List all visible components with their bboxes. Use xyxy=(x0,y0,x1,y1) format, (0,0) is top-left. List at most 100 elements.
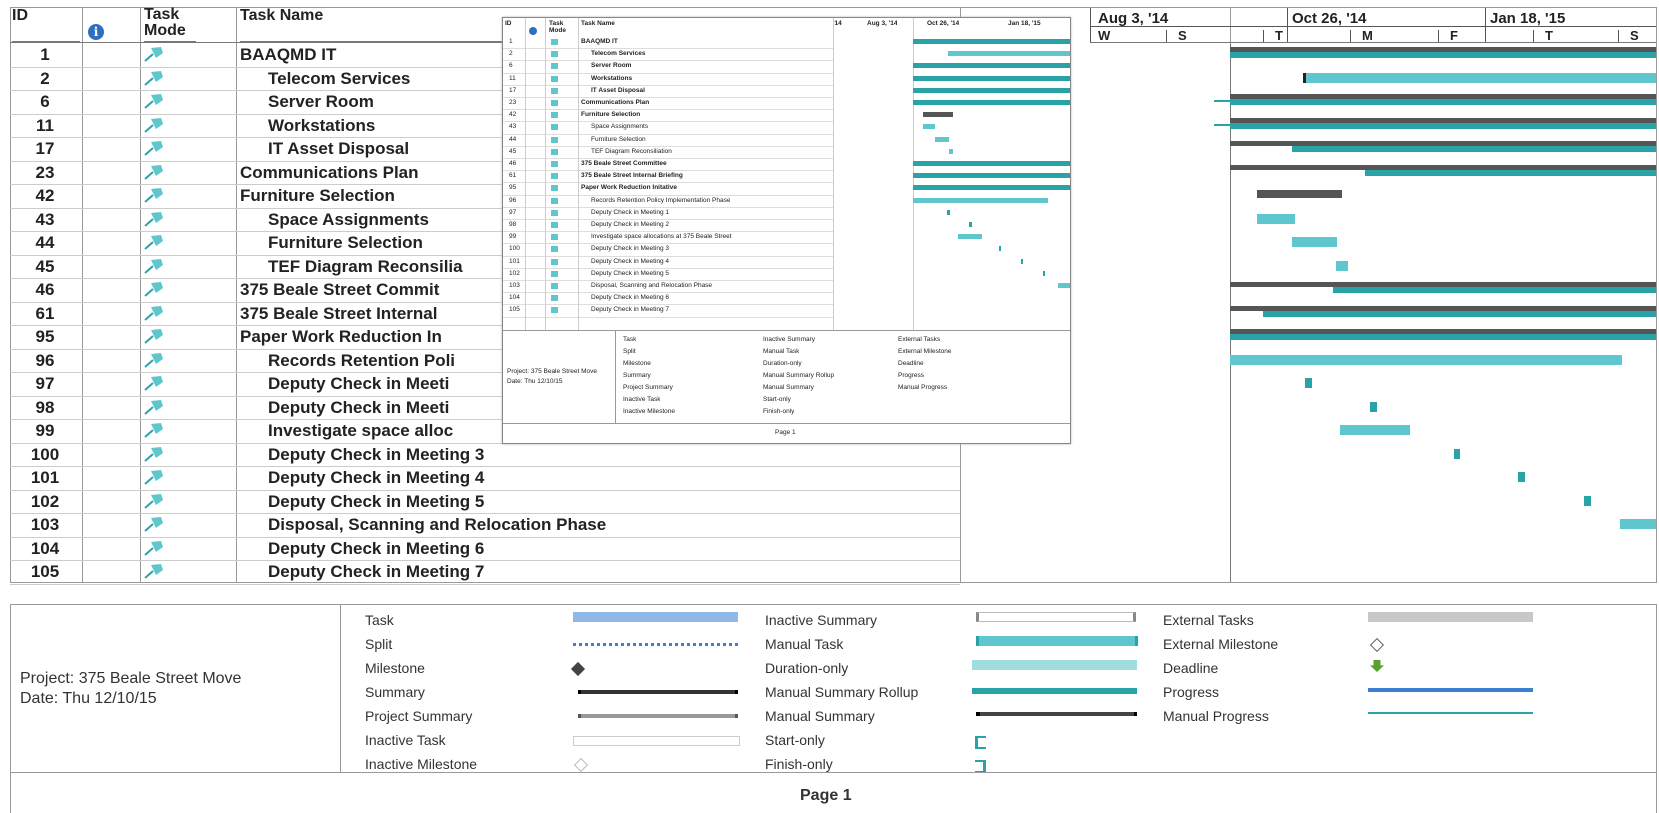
manual-schedule-pin-icon[interactable] xyxy=(143,374,165,392)
task-id[interactable]: 99 xyxy=(10,421,80,441)
task-id[interactable]: 23 xyxy=(10,163,80,183)
manual-summary-rollup-bar[interactable] xyxy=(1230,334,1656,340)
manual-schedule-pin-icon[interactable] xyxy=(143,257,165,275)
task-id[interactable]: 42 xyxy=(10,186,80,206)
task-name[interactable]: Furniture Selection xyxy=(240,233,500,253)
task-name[interactable]: Server Room xyxy=(240,92,500,112)
task-name[interactable]: Deputy Check in Meeting 3 xyxy=(240,445,928,465)
manual-schedule-pin-icon[interactable] xyxy=(143,163,165,181)
task-id[interactable]: 95 xyxy=(10,327,80,347)
task-name[interactable]: Paper Work Reduction In xyxy=(240,327,500,347)
manual-schedule-pin-icon[interactable] xyxy=(143,210,165,228)
task-name[interactable]: 375 Beale Street Internal xyxy=(240,304,500,324)
manual-schedule-pin-icon[interactable] xyxy=(143,468,165,486)
manual-task-bar[interactable] xyxy=(1305,378,1312,388)
manual-schedule-pin-icon[interactable] xyxy=(143,45,165,63)
task-name[interactable]: Space Assignments xyxy=(240,210,500,230)
manual-task-bar[interactable] xyxy=(1340,425,1410,435)
task-name[interactable]: 375 Beale Street Commit xyxy=(240,280,500,300)
manual-schedule-pin-icon[interactable] xyxy=(143,280,165,298)
header-task-mode[interactable]: Task Mode xyxy=(144,7,196,42)
task-name[interactable]: Telecom Services xyxy=(240,69,500,89)
inset-gantt-bar xyxy=(949,148,953,154)
task-id[interactable]: 45 xyxy=(10,257,80,277)
manual-schedule-pin-icon[interactable] xyxy=(143,304,165,322)
task-id[interactable]: 61 xyxy=(10,304,80,324)
manual-schedule-pin-icon[interactable] xyxy=(143,69,165,87)
manual-summary-rollup-bar[interactable] xyxy=(1333,287,1656,293)
summary-bar[interactable] xyxy=(1257,190,1342,198)
manual-schedule-pin-icon[interactable] xyxy=(143,421,165,439)
manual-task-bar[interactable] xyxy=(1518,472,1525,482)
task-name[interactable]: Records Retention Poli xyxy=(240,351,500,371)
task-name[interactable]: Disposal, Scanning and Relocation Phase xyxy=(240,515,928,535)
manual-task-bar[interactable] xyxy=(1584,495,1591,506)
task-name[interactable]: IT Asset Disposal xyxy=(240,139,500,159)
task-id[interactable]: 17 xyxy=(10,139,80,159)
dependency-link[interactable] xyxy=(1214,100,1230,102)
task-id[interactable]: 105 xyxy=(10,562,80,582)
task-name[interactable]: Furniture Selection xyxy=(240,186,500,206)
manual-summary-rollup-bar[interactable] xyxy=(1263,310,1656,317)
task-id[interactable]: 11 xyxy=(10,116,80,136)
manual-schedule-pin-icon[interactable] xyxy=(143,186,165,204)
task-id[interactable]: 2 xyxy=(10,69,80,89)
manual-summary-rollup-bar[interactable] xyxy=(1365,169,1656,176)
bar-start-cap[interactable] xyxy=(1303,72,1306,83)
manual-schedule-pin-icon[interactable] xyxy=(143,445,165,463)
dependency-link[interactable] xyxy=(1214,123,1230,126)
manual-schedule-pin-icon[interactable] xyxy=(143,327,165,345)
legend-label: External Tasks xyxy=(1163,612,1254,628)
manual-task-bar[interactable] xyxy=(1292,237,1337,247)
task-id[interactable]: 100 xyxy=(10,445,80,465)
manual-schedule-pin-icon[interactable] xyxy=(143,139,165,157)
task-id[interactable]: 102 xyxy=(10,492,80,512)
manual-schedule-pin-icon[interactable] xyxy=(143,515,165,533)
task-name[interactable]: Investigate space alloc xyxy=(240,421,500,441)
manual-task-bar[interactable] xyxy=(1370,401,1377,412)
manual-schedule-pin-icon[interactable] xyxy=(143,233,165,251)
manual-schedule-pin-icon[interactable] xyxy=(143,562,165,580)
manual-task-bar[interactable] xyxy=(1620,519,1656,529)
inset-pin-icon xyxy=(551,307,558,314)
task-id[interactable]: 1 xyxy=(10,45,80,65)
manual-task-bar[interactable] xyxy=(1336,260,1348,271)
task-id[interactable]: 101 xyxy=(10,468,80,488)
manual-summary-rollup-bar[interactable] xyxy=(1292,146,1656,152)
manual-schedule-pin-icon[interactable] xyxy=(143,116,165,134)
task-name[interactable]: Workstations xyxy=(240,116,500,136)
task-id[interactable]: 43 xyxy=(10,210,80,230)
task-id[interactable]: 97 xyxy=(10,374,80,394)
task-id[interactable]: 44 xyxy=(10,233,80,253)
task-name[interactable]: BAAQMD IT xyxy=(240,45,500,65)
task-name[interactable]: Deputy Check in Meeting 7 xyxy=(240,562,928,582)
task-name[interactable]: Deputy Check in Meeti xyxy=(240,398,500,418)
manual-summary-rollup-bar[interactable] xyxy=(1230,122,1656,129)
task-id[interactable]: 98 xyxy=(10,398,80,418)
manual-schedule-pin-icon[interactable] xyxy=(143,492,165,510)
task-id[interactable]: 46 xyxy=(10,280,80,300)
header-id[interactable]: ID xyxy=(12,7,80,42)
task-name[interactable]: Deputy Check in Meeti xyxy=(240,374,500,394)
manual-summary-rollup-bar[interactable] xyxy=(1230,99,1656,105)
task-name[interactable]: Deputy Check in Meeting 4 xyxy=(240,468,928,488)
task-id[interactable]: 96 xyxy=(10,351,80,371)
task-name[interactable]: Deputy Check in Meeting 6 xyxy=(240,539,928,559)
manual-task-bar[interactable] xyxy=(1454,448,1460,459)
manual-schedule-pin-icon[interactable] xyxy=(143,351,165,369)
manual-schedule-pin-icon[interactable] xyxy=(143,92,165,110)
task-id[interactable]: 104 xyxy=(10,539,80,559)
manual-task-bar[interactable] xyxy=(1305,72,1656,83)
manual-summary-rollup-bar[interactable] xyxy=(1230,52,1656,58)
task-id[interactable]: 6 xyxy=(10,92,80,112)
manual-task-bar[interactable] xyxy=(1257,213,1295,224)
manual-schedule-pin-icon[interactable] xyxy=(143,539,165,557)
manual-task-bar[interactable] xyxy=(1230,354,1622,365)
task-name[interactable]: Communications Plan xyxy=(240,163,500,183)
header-task-name[interactable]: Task Name xyxy=(240,7,540,42)
task-name[interactable]: Deputy Check in Meeting 5 xyxy=(240,492,928,512)
manual-schedule-pin-icon[interactable] xyxy=(143,398,165,416)
task-id[interactable]: 103 xyxy=(10,515,80,535)
task-name[interactable]: TEF Diagram Reconsilia xyxy=(240,257,500,277)
inset-col-divider xyxy=(578,18,579,330)
